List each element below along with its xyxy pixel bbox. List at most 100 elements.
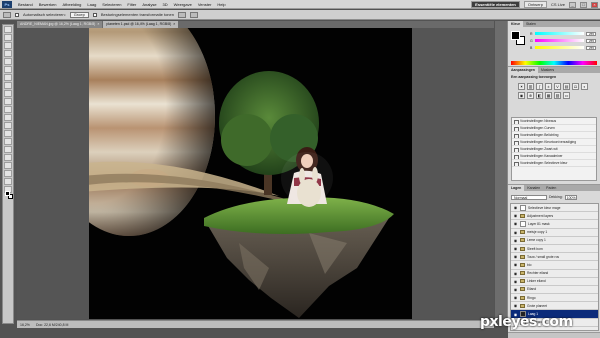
close-button[interactable]: × xyxy=(591,1,598,8)
curves-icon[interactable]: ∫ xyxy=(536,83,543,90)
auto-select-dropdown[interactable]: Groep xyxy=(69,11,89,18)
eye-icon[interactable]: ◉ xyxy=(513,271,518,276)
photoshop-logo[interactable]: Ps xyxy=(2,0,12,8)
pen-icon[interactable] xyxy=(4,138,12,145)
close-tab-icon[interactable]: × xyxy=(97,22,99,26)
levels-icon[interactable]: ▥ xyxy=(527,83,534,90)
tab-andre-nieman[interactable]: ANDRE_NIEMAN.jpg @ 16,2% (Laag 1, RGB/8)… xyxy=(17,21,103,28)
menu-filter[interactable]: Filter xyxy=(127,2,136,7)
lasso-icon[interactable] xyxy=(4,42,12,49)
close-tab-icon[interactable]: × xyxy=(173,22,175,26)
slider-track[interactable] xyxy=(535,46,584,49)
layer-row[interactable]: ◉ Linker eiland xyxy=(511,278,598,286)
canvas-area[interactable] xyxy=(17,28,494,319)
color-spectrum[interactable] xyxy=(511,61,597,65)
mixer-icon[interactable]: ⊕ xyxy=(527,92,534,99)
eye-icon[interactable]: ◉ xyxy=(513,221,518,226)
workspace-design-button[interactable]: Ontwerp xyxy=(523,1,547,8)
menu-help[interactable]: Help xyxy=(217,2,225,7)
hue-icon[interactable]: ▤ xyxy=(563,83,570,90)
invert-icon[interactable]: ◧ xyxy=(536,92,543,99)
preset-item[interactable]: Voorinstellingen Niveaus xyxy=(512,118,596,125)
move-icon[interactable] xyxy=(4,26,12,33)
slider-track[interactable] xyxy=(535,39,584,42)
layer-row[interactable]: ◉ Layer 81 mask xyxy=(511,220,598,229)
opacity-input[interactable]: 100% xyxy=(564,194,577,200)
blur-icon[interactable] xyxy=(4,122,12,129)
eye-icon[interactable]: ◉ xyxy=(513,246,518,251)
slider-track[interactable] xyxy=(535,32,584,35)
eye-icon[interactable]: ◉ xyxy=(513,279,518,284)
crop-icon[interactable] xyxy=(4,58,12,65)
type-icon[interactable] xyxy=(4,146,12,153)
preset-item[interactable]: Voorinstellingen Selectieve kleur xyxy=(512,160,596,167)
layer-row[interactable]: ◉ Rechter eiland xyxy=(511,270,598,278)
menu-bewerken[interactable]: Bewerken xyxy=(39,2,57,7)
menu-weergave[interactable]: Weergave xyxy=(174,2,192,7)
eye-icon[interactable]: ◉ xyxy=(513,262,518,267)
slider-value[interactable]: 255 xyxy=(586,45,596,50)
foreground-color-swatch[interactable] xyxy=(5,191,10,196)
preset-item[interactable]: Voorinstellingen Zwart-wit xyxy=(512,146,596,153)
eye-icon[interactable]: ◉ xyxy=(513,295,518,300)
cs-live-button[interactable]: CS Live xyxy=(551,2,565,7)
dodge-icon[interactable] xyxy=(4,130,12,137)
gradient-icon[interactable] xyxy=(4,114,12,121)
eye-icon[interactable]: ◉ xyxy=(513,254,518,259)
menu-3d[interactable]: 3D xyxy=(163,2,168,7)
preset-item[interactable]: Voorinstellingen Curven xyxy=(512,125,596,132)
menu-venster[interactable]: Venster xyxy=(198,2,212,7)
layer-row[interactable]: ◉ Touw / small grote ros xyxy=(511,253,598,262)
layer-row[interactable]: ◉ bio xyxy=(511,261,598,270)
posterize-icon[interactable]: ▦ xyxy=(545,92,552,99)
tab-planeten[interactable]: planeten 1.psd @ 16,4% (Laag 1, RGB/8) × xyxy=(103,21,179,28)
eye-icon[interactable]: ◉ xyxy=(513,230,518,235)
hand-icon[interactable] xyxy=(4,178,12,185)
layer-row[interactable]: ◉ Eiland xyxy=(511,286,598,295)
eyedropper-icon[interactable] xyxy=(4,66,12,73)
slider-value[interactable]: 255 xyxy=(586,38,596,43)
eye-icon[interactable]: ◉ xyxy=(513,238,518,243)
brightness-icon[interactable]: ☀ xyxy=(518,83,525,90)
threshold-icon[interactable]: ▨ xyxy=(554,92,561,99)
layer-row[interactable]: ◉ Grote planeet xyxy=(511,302,598,311)
color-swatches[interactable] xyxy=(5,191,13,199)
menu-afbeelding[interactable]: Afbeelding xyxy=(62,2,81,7)
workspace-essentials-button[interactable]: Essentiële elementen xyxy=(471,1,520,8)
photo-filter-icon[interactable]: ◉ xyxy=(518,92,525,99)
layer-row[interactable]: ◉ Ringo xyxy=(511,294,598,303)
balance-icon[interactable]: ⚖ xyxy=(572,83,579,90)
slider-r[interactable]: R 255 xyxy=(530,31,596,36)
marquee-icon[interactable] xyxy=(4,34,12,41)
maximize-button[interactable]: □ xyxy=(580,1,587,8)
menu-bestand[interactable]: Bestand xyxy=(18,2,33,7)
healing-brush-icon[interactable] xyxy=(4,74,12,81)
eye-icon[interactable]: ◉ xyxy=(513,213,518,218)
layer-row[interactable]: ◉ Selectieve kleur mage xyxy=(511,204,598,213)
menu-laag[interactable]: Laag xyxy=(87,2,96,7)
vibrance-icon[interactable]: V xyxy=(554,83,561,90)
eye-icon[interactable]: ◉ xyxy=(513,287,518,292)
slider-g[interactable]: G 255 xyxy=(530,38,596,43)
clone-stamp-icon[interactable] xyxy=(4,90,12,97)
path-select-icon[interactable] xyxy=(4,154,12,161)
history-brush-icon[interactable] xyxy=(4,98,12,105)
exposure-icon[interactable]: ± xyxy=(545,83,552,90)
auto-select-checkbox[interactable] xyxy=(15,12,19,17)
transform-controls-checkbox[interactable] xyxy=(92,12,97,17)
eye-icon[interactable]: ◉ xyxy=(513,205,518,210)
move-tool-icon[interactable] xyxy=(3,11,11,18)
layer-row[interactable]: ◉ meisje copy 1 xyxy=(511,229,598,237)
preset-item[interactable]: Voorinstellingen Kleurtoon/verzadiging xyxy=(512,139,596,146)
layer-row[interactable]: ◉ Leme copy 1 xyxy=(511,237,598,245)
preset-item[interactable]: Voorinstellingen Kanaalmixer xyxy=(512,153,596,160)
align-icon[interactable] xyxy=(177,11,186,18)
bw-icon[interactable]: ◐ xyxy=(581,83,588,90)
blend-mode-dropdown[interactable]: Normaal xyxy=(511,194,547,200)
quick-select-icon[interactable] xyxy=(4,50,12,57)
menu-selecteren[interactable]: Selecteren xyxy=(102,2,121,7)
eraser-icon[interactable] xyxy=(4,106,12,113)
slider-value[interactable]: 255 xyxy=(586,31,596,36)
preset-item[interactable]: Voorinstellingen Belichting xyxy=(512,132,596,139)
artwork[interactable] xyxy=(89,28,412,319)
